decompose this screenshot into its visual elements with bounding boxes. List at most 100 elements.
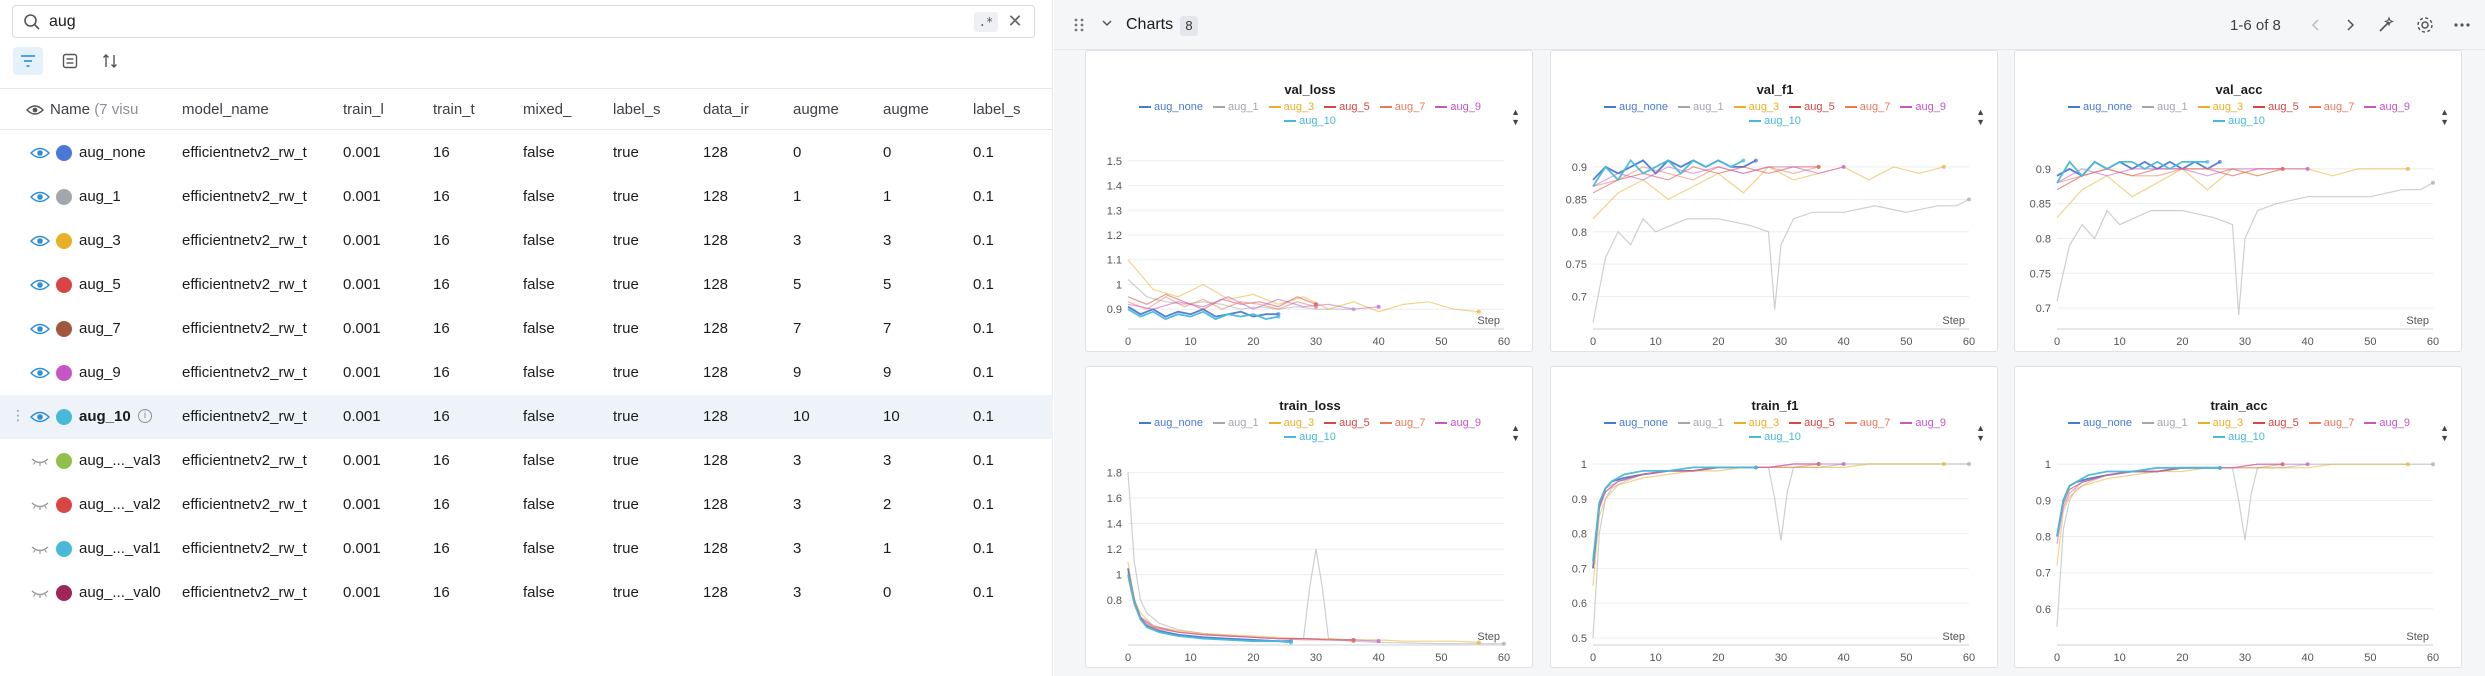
table-row[interactable]: ⋮ aug_10 i efficientnetv2_rw_t 0.001 16 false t… bbox=[0, 395, 1053, 439]
legend-item[interactable]: aug_3 bbox=[1733, 100, 1779, 114]
legend-item[interactable]: aug_7 bbox=[1844, 100, 1890, 114]
chart-val-f1[interactable]: 0.7 0.75 0.8 0.85 0.9 0 10 20 30 40 50 60 Step val_f1… bbox=[1550, 50, 1998, 352]
run-name[interactable]: aug_none bbox=[79, 131, 179, 175]
legend-item[interactable]: aug_3 bbox=[1733, 416, 1779, 430]
run-color-swatch[interactable] bbox=[56, 541, 72, 557]
run-name[interactable]: aug_1 bbox=[79, 175, 179, 219]
table-row[interactable]: aug_5 efficientnetv2_rw_t 0.001 16 false true… bbox=[0, 263, 1053, 307]
chevron-left-icon[interactable] bbox=[2306, 15, 2326, 35]
table-row[interactable]: aug_..._val1 efficientnetv2_rw_t 0.001 16 fa… bbox=[0, 527, 1053, 571]
run-name[interactable]: aug_..._val1 bbox=[79, 527, 179, 571]
visibility-eye-icon[interactable] bbox=[30, 189, 50, 205]
legend-item[interactable]: aug_9 bbox=[2364, 100, 2410, 114]
legend-item[interactable]: aug_5 bbox=[1324, 100, 1370, 114]
run-color-swatch[interactable] bbox=[56, 145, 72, 161]
legend-item[interactable]: aug_9 bbox=[1435, 416, 1481, 430]
run-name[interactable]: aug_3 bbox=[79, 219, 179, 263]
table-row[interactable]: aug_7 efficientnetv2_rw_t 0.001 16 false true… bbox=[0, 307, 1053, 351]
regex-toggle-button[interactable]: .* bbox=[974, 12, 998, 32]
run-name[interactable]: aug_..._val3 bbox=[79, 439, 179, 483]
legend-item[interactable]: aug_5 bbox=[1789, 416, 1835, 430]
legend-item[interactable]: aug_10 bbox=[2213, 114, 2265, 128]
table-row[interactable]: aug_3 efficientnetv2_rw_t 0.001 16 false true… bbox=[0, 219, 1053, 263]
legend-item[interactable]: aug_none bbox=[2068, 416, 2132, 430]
legend-item[interactable]: aug_1 bbox=[1677, 100, 1724, 114]
legend-item[interactable]: aug_9 bbox=[1900, 100, 1946, 114]
table-row[interactable]: aug_..._val2 efficientnetv2_rw_t 0.001 16 fa… bbox=[0, 483, 1053, 527]
table-row[interactable]: aug_..._val0 efficientnetv2_rw_t 0.001 16 fa… bbox=[0, 571, 1053, 615]
legend-item[interactable]: aug_1 bbox=[1677, 416, 1724, 430]
run-name[interactable]: aug_..._val0 bbox=[79, 571, 179, 615]
magic-wand-icon[interactable] bbox=[2376, 15, 2396, 35]
legend-item[interactable]: aug_7 bbox=[1844, 416, 1890, 430]
visibility-off-icon[interactable] bbox=[30, 453, 50, 469]
legend-item[interactable]: aug_7 bbox=[2308, 416, 2354, 430]
info-icon[interactable]: i bbox=[138, 409, 152, 423]
visibility-eye-icon[interactable] bbox=[30, 409, 50, 425]
visibility-eye-icon[interactable] bbox=[30, 277, 50, 293]
legend-item[interactable]: aug_10 bbox=[1284, 114, 1336, 128]
chevron-right-icon[interactable] bbox=[2340, 15, 2360, 35]
legend-item[interactable]: aug_10 bbox=[1284, 430, 1336, 444]
run-name[interactable]: aug_..._val2 bbox=[79, 483, 179, 527]
table-row[interactable]: aug_..._val3 efficientnetv2_rw_t 0.001 16 fa… bbox=[0, 439, 1053, 483]
column-header-model-name[interactable]: model_name bbox=[182, 89, 282, 131]
table-row[interactable]: aug_9 efficientnetv2_rw_t 0.001 16 false true… bbox=[0, 351, 1053, 395]
visibility-eye-icon[interactable] bbox=[30, 365, 50, 381]
legend-scroll-arrows-icon[interactable]: ▲ ▼ bbox=[1511, 107, 1520, 127]
row-drag-handle-icon[interactable]: ⋮ bbox=[11, 407, 25, 424]
legend-item[interactable]: aug_none bbox=[1604, 100, 1668, 114]
run-color-swatch[interactable] bbox=[56, 277, 72, 293]
legend-scroll-arrows-icon[interactable]: ▲ ▼ bbox=[1511, 423, 1520, 443]
legend-item[interactable]: aug_7 bbox=[1379, 416, 1425, 430]
visibility-eye-icon[interactable] bbox=[30, 321, 50, 337]
group-button[interactable] bbox=[55, 47, 85, 75]
chart-train-acc[interactable]: 0.6 0.7 0.8 0.9 1 0 10 20 30 40 50 60 Step train_acc a… bbox=[2014, 366, 2462, 668]
legend-item[interactable]: aug_none bbox=[1604, 416, 1668, 430]
legend-item[interactable]: aug_none bbox=[2068, 100, 2132, 114]
run-color-swatch[interactable] bbox=[56, 409, 72, 425]
visibility-off-icon[interactable] bbox=[30, 585, 50, 601]
legend-item[interactable]: aug_none bbox=[1139, 416, 1203, 430]
column-header-mixed[interactable]: mixed_ bbox=[523, 89, 573, 131]
chart-val-acc[interactable]: 0.7 0.75 0.8 0.85 0.9 0 10 20 30 40 50 60 Step val_ac… bbox=[2014, 50, 2462, 352]
legend-item[interactable]: aug_3 bbox=[1268, 100, 1314, 114]
legend-item[interactable]: aug_5 bbox=[1324, 416, 1370, 430]
series-line-aug-10[interactable] bbox=[2056, 160, 2208, 184]
series-line-aug-3[interactable] bbox=[1592, 166, 1945, 220]
series-line-aug-1[interactable] bbox=[2056, 182, 2434, 316]
series-line-aug-3[interactable] bbox=[2056, 463, 2408, 566]
legend-scroll-arrows-icon[interactable]: ▲ ▼ bbox=[2440, 423, 2449, 443]
series-line-aug-10[interactable] bbox=[2056, 466, 2220, 537]
series-line-aug-1[interactable] bbox=[1592, 463, 1969, 639]
run-name[interactable]: aug_7 bbox=[79, 307, 179, 351]
column-header-label-s[interactable]: label_s bbox=[613, 89, 663, 131]
visibility-eye-icon[interactable] bbox=[30, 233, 50, 249]
legend-item[interactable]: aug_10 bbox=[2213, 430, 2265, 444]
legend-scroll-arrows-icon[interactable]: ▲ ▼ bbox=[2440, 107, 2449, 127]
column-header-train-batch[interactable]: train_t bbox=[433, 89, 483, 131]
chart-train-f1[interactable]: 0.5 0.6 0.7 0.8 0.9 1 0 10 20 30 40 50 60 Step train_f… bbox=[1550, 366, 1998, 668]
run-name[interactable]: aug_9 bbox=[79, 351, 179, 395]
run-color-swatch[interactable] bbox=[56, 365, 72, 381]
clear-search-icon[interactable]: ✕ bbox=[1004, 10, 1026, 32]
column-header-label-s-2[interactable]: label_s bbox=[973, 89, 1023, 131]
visibility-off-icon[interactable] bbox=[30, 541, 50, 557]
legend-scroll-arrows-icon[interactable]: ▲ ▼ bbox=[1976, 423, 1985, 443]
visibility-off-icon[interactable] bbox=[30, 497, 50, 513]
series-line-aug-1[interactable] bbox=[1592, 198, 1970, 323]
visibility-eye-icon[interactable] bbox=[30, 145, 50, 161]
series-line-aug-9[interactable] bbox=[2056, 168, 2308, 184]
series-line-aug-1[interactable] bbox=[2056, 463, 2433, 627]
legend-item[interactable]: aug_10 bbox=[1749, 114, 1801, 128]
chart-val-loss[interactable]: 0.9 1 1.1 1.2 1.3 1.4 1.5 0 10 20 30 40 50 60 Step val_… bbox=[1085, 50, 1533, 352]
legend-item[interactable]: aug_3 bbox=[2197, 416, 2243, 430]
series-line-aug-3[interactable] bbox=[1592, 463, 1944, 586]
legend-item[interactable]: aug_1 bbox=[1212, 416, 1259, 430]
legend-item[interactable]: aug_7 bbox=[2308, 100, 2354, 114]
series-line-aug-9[interactable] bbox=[2056, 463, 2308, 544]
search-input[interactable]: aug .* ✕ bbox=[12, 5, 1035, 38]
column-header-augment-1[interactable]: augme bbox=[793, 89, 843, 131]
legend-item[interactable]: aug_1 bbox=[2141, 100, 2188, 114]
more-options-icon[interactable] bbox=[2452, 15, 2472, 35]
